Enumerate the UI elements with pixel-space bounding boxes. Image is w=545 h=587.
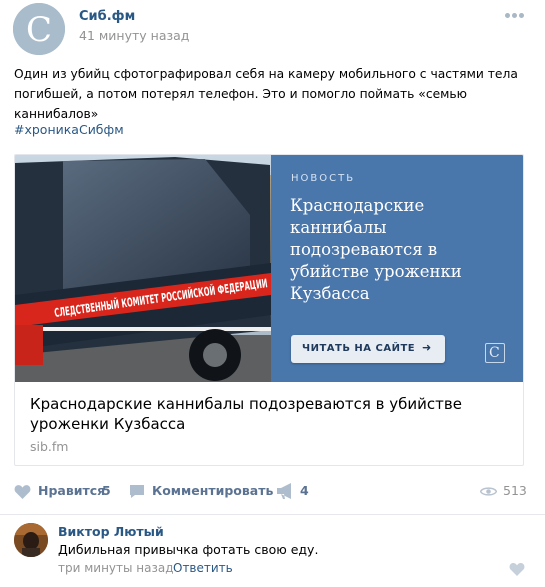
card-domain[interactable]: sib.fm	[30, 439, 68, 454]
avatar-letter: C	[26, 10, 52, 50]
promo-panel[interactable]: НОВОСТЬ Краснодарские каннибалы подозрев…	[271, 155, 523, 382]
comment-icon	[130, 485, 144, 498]
eye-icon	[480, 487, 497, 496]
arrow-right-icon: ➜	[422, 341, 432, 354]
share-count: 4	[300, 483, 309, 498]
commenter-photo	[14, 523, 48, 557]
like-icon[interactable]	[509, 562, 525, 576]
comment-button[interactable]: Комментировать	[129, 476, 273, 506]
like-label: Нравится	[38, 483, 106, 498]
comment-label: Комментировать	[152, 483, 274, 498]
like-button[interactable]: Нравится 5	[14, 476, 114, 506]
comments-divider	[0, 514, 545, 515]
more-icon[interactable]	[505, 12, 525, 18]
post: C Сиб.фм 41 минуту назад Один из убийц с…	[0, 0, 545, 587]
van-photo: СЛЕДСТВЕННЫЙ КОМИТЕТ РОССИЙСКОЙ ФЕДЕРАЦИ…	[15, 155, 271, 382]
card-caption[interactable]: Краснодарские каннибалы подозреваются в …	[30, 394, 490, 434]
post-author[interactable]: Сиб.фм	[79, 9, 135, 24]
read-on-site-label: ЧИТАТЬ НА САЙТЕ	[302, 343, 416, 354]
heart-icon	[14, 485, 31, 499]
sibfm-small-logo-icon: C	[485, 343, 505, 363]
link-card[interactable]: СЛЕДСТВЕННЫЙ КОМИТЕТ РОССИЙСКОЙ ФЕДЕРАЦИ…	[14, 154, 524, 466]
share-button[interactable]: 4	[276, 476, 316, 506]
post-text: Один из убийц сфотографировал себя на ка…	[14, 67, 518, 121]
sibfm-logo-icon: C	[13, 3, 65, 55]
promo-title: Краснодарские каннибалы подозреваются в …	[290, 196, 462, 303]
views-count: 513	[503, 483, 527, 498]
author-avatar[interactable]: C	[13, 3, 65, 55]
action-bar: Нравится 5 Комментировать 4 513	[0, 476, 545, 506]
card-image[interactable]: СЛЕДСТВЕННЫЙ КОМИТЕТ РОССИЙСКОЙ ФЕДЕРАЦИ…	[15, 155, 523, 382]
comment-author[interactable]: Виктор Лютый	[58, 524, 164, 539]
read-on-site-button[interactable]: ЧИТАТЬ НА САЙТЕ ➜	[291, 335, 445, 363]
comment-text: Дибильная привычка фотать свою еду.	[58, 542, 319, 557]
share-icon	[277, 483, 291, 499]
comment-reply-link[interactable]: Ответить	[173, 561, 233, 575]
small-logo-letter: C	[489, 345, 500, 361]
like-count: 5	[102, 483, 111, 498]
promo-kicker: НОВОСТЬ	[291, 173, 356, 184]
hashtag-link[interactable]: #хроникаСибфм	[14, 122, 124, 137]
commenter-avatar[interactable]	[14, 523, 48, 557]
post-time[interactable]: 41 минуту назад	[79, 28, 189, 43]
comment-time[interactable]: три минуты назад	[58, 561, 174, 575]
